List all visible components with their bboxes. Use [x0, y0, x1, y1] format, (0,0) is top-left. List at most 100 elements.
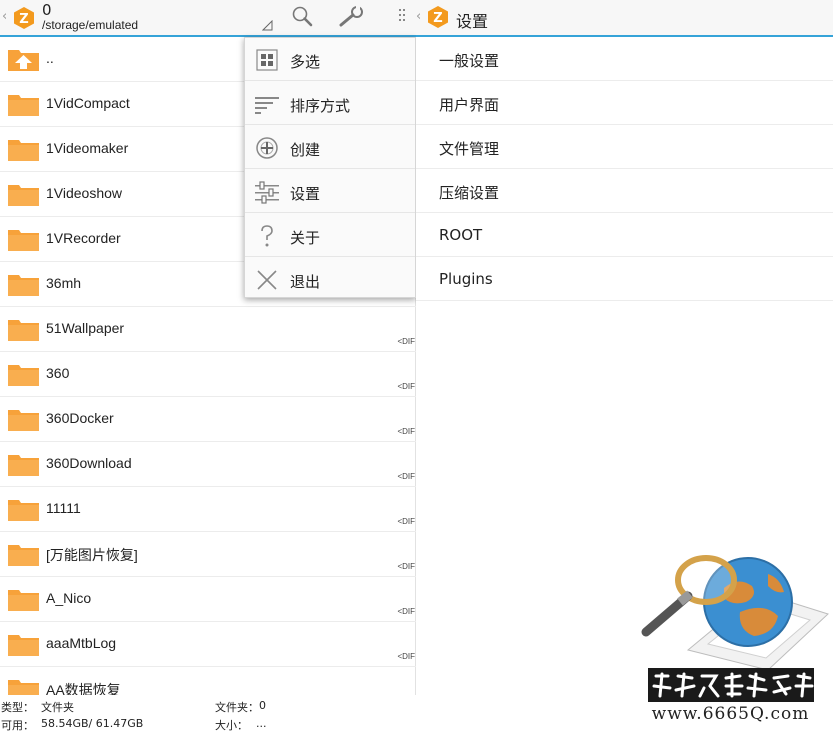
menu-item-multi-select[interactable]: 多选	[245, 38, 415, 81]
file-name: 11111	[46, 500, 81, 516]
file-type-tag: <DIF	[397, 517, 415, 526]
folder-icon	[8, 680, 39, 695]
file-name: 1Videomaker	[46, 140, 129, 156]
search-icon[interactable]	[290, 5, 314, 29]
help-icon	[261, 225, 273, 247]
selection-count: 0	[42, 1, 52, 19]
folder-icon	[8, 185, 39, 206]
file-name: A_Nico	[46, 590, 92, 606]
file-row[interactable]: 51Wallpaper <DIF	[0, 307, 416, 352]
folder-icon	[8, 635, 39, 656]
settings-item[interactable]: 一般设置	[416, 37, 833, 81]
status-free-label: 可用：	[1, 719, 34, 732]
current-path[interactable]: /storage/emulated	[42, 18, 138, 32]
status-type-label: 类型：	[1, 701, 34, 714]
folder-icon	[8, 500, 39, 521]
file-name: 360Download	[46, 455, 132, 471]
settings-item[interactable]: ROOT	[416, 213, 833, 257]
file-name: [万能图片恢复]	[46, 547, 138, 563]
file-name: ..	[46, 50, 54, 66]
file-type-tag: <DIF	[397, 607, 415, 616]
file-type-tag: <DIF	[397, 427, 415, 436]
settings-item-label: Plugins	[439, 270, 493, 288]
settings-item-label: 一般设置	[439, 52, 500, 70]
file-name: AA数据恢复	[46, 682, 121, 695]
globe-magnifier-logo-icon	[641, 555, 829, 668]
file-name: 36mh	[46, 275, 82, 291]
folder-icon	[8, 365, 39, 386]
back-chevron-icon[interactable]: ‹	[2, 9, 7, 24]
status-free-value: 58.54GB/ 61.47GB	[41, 717, 144, 730]
menu-item-sort[interactable]: 排序方式	[245, 82, 415, 125]
file-row[interactable]: aaaMtbLog <DIF	[0, 622, 416, 667]
folder-icon	[8, 455, 39, 476]
settings-item-label: 文件管理	[439, 140, 500, 158]
file-type-tag: <DIF	[397, 337, 415, 346]
file-row[interactable]: 360Download <DIF	[0, 442, 416, 487]
watermark-calligraphy-band	[648, 668, 814, 702]
watermark: www.6665Q.com	[628, 532, 833, 736]
folder-icon	[8, 545, 39, 566]
settings-item-label: 用户界面	[439, 96, 500, 114]
menu-item-label: 排序方式	[290, 97, 351, 115]
file-name: 1Videoshow	[46, 185, 123, 201]
up-folder-icon	[8, 50, 39, 71]
overflow-menu-icon[interactable]	[398, 8, 406, 28]
folder-icon	[8, 95, 39, 116]
sort-triangle-icon[interactable]	[262, 20, 273, 31]
file-type-tag: <DIF	[397, 652, 415, 661]
wrench-icon[interactable]	[338, 5, 366, 29]
status-size-label: 大小：	[215, 719, 248, 732]
app-logo-icon[interactable]: Z	[12, 6, 36, 30]
file-name: 360	[46, 365, 70, 381]
status-folders-value: 0	[259, 699, 266, 712]
menu-item-label: 退出	[290, 273, 321, 291]
status-size-value: ...	[256, 717, 267, 730]
file-row[interactable]: 360 <DIF	[0, 352, 416, 397]
overflow-popup-menu: 多选 排序方式 创建 设置 关于 退出	[244, 37, 416, 298]
file-name: 1VidCompact	[46, 95, 130, 111]
status-bar: 类型： 文件夹 文件夹： 0 可用： 58.54GB/ 61.47GB 大小： …	[0, 695, 416, 736]
status-folders-label: 文件夹：	[215, 701, 259, 714]
menu-item-settings[interactable]: 设置	[245, 170, 415, 213]
settings-header: ‹ Z 设置	[416, 0, 833, 37]
menu-item-create[interactable]: 创建	[245, 126, 415, 169]
app-logo-icon[interactable]: Z	[426, 5, 450, 29]
back-chevron-icon[interactable]: ‹	[416, 9, 421, 24]
sort-icon	[255, 97, 279, 114]
settings-item[interactable]: 用户界面	[416, 81, 833, 125]
app-logo-letter: Z	[19, 12, 28, 27]
app-logo-letter: Z	[433, 11, 442, 26]
file-browser-header: ‹ Z 0 /storage/emulated	[0, 0, 416, 37]
multi-select-icon	[256, 49, 278, 71]
settings-sliders-icon	[255, 181, 279, 204]
watermark-url: www.6665Q.com	[651, 704, 810, 724]
settings-item[interactable]: 压缩设置	[416, 169, 833, 213]
calligraphy-logo-icon	[652, 672, 814, 698]
create-icon	[256, 137, 278, 159]
file-type-tag: <DIF	[397, 382, 415, 391]
menu-item-exit[interactable]: 退出	[245, 258, 415, 301]
settings-item-label: ROOT	[439, 226, 483, 244]
file-type-tag: <DIF	[397, 562, 415, 571]
folder-icon	[8, 275, 39, 296]
settings-item[interactable]: 文件管理	[416, 125, 833, 169]
settings-item[interactable]: Plugins	[416, 257, 833, 301]
menu-item-label: 创建	[290, 141, 321, 159]
folder-icon	[8, 230, 39, 251]
menu-item-about[interactable]: 关于	[245, 214, 415, 257]
menu-item-label: 设置	[290, 185, 321, 203]
file-type-tag: <DIF	[397, 472, 415, 481]
file-row[interactable]: 11111 <DIF	[0, 487, 416, 532]
file-name: aaaMtbLog	[46, 635, 117, 651]
page-title: 设置	[456, 12, 489, 31]
file-row[interactable]: 360Docker <DIF	[0, 397, 416, 442]
file-row[interactable]: A_Nico <DIF	[0, 577, 416, 622]
file-row[interactable]: AA数据恢复	[0, 667, 416, 695]
settings-item-label: 压缩设置	[439, 184, 500, 202]
file-browser-pane: ‹ Z 0 /storage/emulated .. 1VidCompact 1Vi…	[0, 0, 416, 736]
file-name: 360Docker	[46, 410, 114, 426]
status-type-value: 文件夹	[41, 701, 74, 714]
file-row[interactable]: [万能图片恢复] <DIF	[0, 532, 416, 577]
menu-item-label: 关于	[290, 229, 321, 247]
